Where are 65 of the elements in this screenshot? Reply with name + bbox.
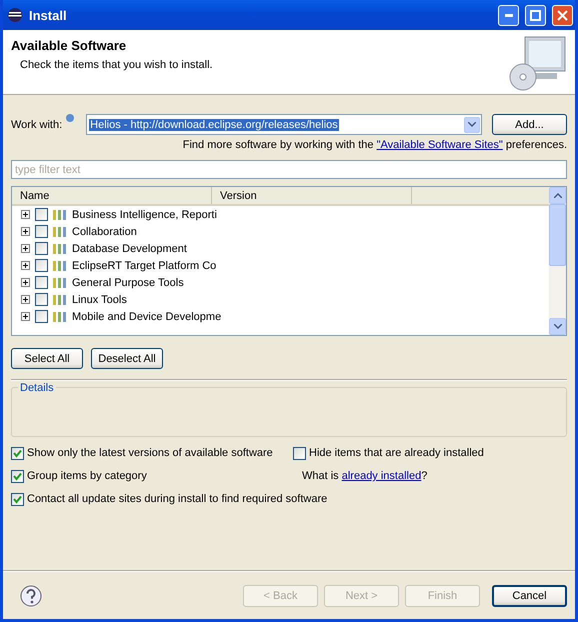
available-software-sites-link[interactable]: "Available Software Sites" [376, 139, 503, 151]
option-label: Hide items that are already installed [309, 447, 484, 459]
maximize-icon [530, 10, 541, 20]
checkbox[interactable] [35, 242, 48, 255]
column-header[interactable]: Version [212, 187, 412, 204]
work-with-label: Work with: [11, 118, 62, 130]
filter-field[interactable]: type filter text [11, 160, 567, 179]
checkbox[interactable] [35, 293, 48, 306]
scroll-down-icon [554, 324, 562, 329]
deselect-all-button[interactable]: Deselect All [91, 348, 163, 369]
checkbox[interactable] [11, 446, 24, 460]
already-installed-link[interactable]: already installed [342, 470, 422, 482]
category-icon [53, 210, 67, 220]
checkbox[interactable] [35, 310, 48, 323]
category-icon [53, 278, 67, 288]
expand-icon[interactable] [21, 312, 30, 321]
option-label: Show only the latest versions of available software [27, 447, 273, 459]
more-software-text: Find more software by working with the "Available Software Sites" preferences. [182, 139, 567, 151]
expand-icon[interactable] [21, 261, 30, 270]
checkbox[interactable] [11, 492, 24, 506]
work-with-combo[interactable]: Helios - http://download.eclipse.org/releases/helios [86, 114, 482, 135]
page-subtitle: Check the items that you wish to install. [20, 59, 213, 71]
option-label: Group items by category [27, 470, 147, 482]
expand-icon[interactable] [21, 210, 30, 219]
add-button[interactable]: Add... [492, 114, 567, 135]
category-name: Database Development [72, 242, 187, 254]
checkbox[interactable] [35, 276, 48, 289]
expand-icon[interactable] [21, 244, 30, 253]
expand-icon[interactable] [21, 227, 30, 236]
checkbox[interactable] [35, 259, 48, 272]
select-all-button[interactable]: Select All [11, 348, 83, 369]
page-title: Available Software [11, 38, 128, 53]
checkbox[interactable] [35, 208, 48, 221]
maximize-button[interactable] [525, 4, 546, 26]
category-icon [53, 260, 67, 270]
category-icon [53, 226, 67, 236]
checkbox[interactable] [293, 446, 306, 460]
checkbox[interactable] [11, 470, 24, 482]
category-icon [53, 294, 67, 304]
expand-icon[interactable] [21, 278, 30, 287]
category-name: Linux Tools [72, 294, 127, 306]
already-installed-text: What is already installed? [302, 470, 428, 482]
category-name: Business Intelligence, Reporti [72, 208, 217, 220]
minimize-icon [504, 14, 512, 16]
option-label: Contact all update sites during install to find required software [27, 493, 328, 505]
vertical-scrollbar[interactable] [549, 187, 566, 335]
category-icon [53, 244, 67, 254]
eclipse-logo-icon [7, 7, 23, 23]
help-icon[interactable] [20, 585, 42, 607]
window-title: Install [29, 8, 68, 22]
details-title: Details [18, 382, 56, 394]
info-icon [66, 114, 74, 122]
category-name: General Purpose Tools [72, 276, 184, 288]
column-header[interactable]: Name [12, 187, 212, 204]
wizard-button[interactable]: Cancel [492, 585, 567, 607]
category-icon [53, 312, 67, 322]
minimize-button[interactable] [498, 4, 519, 26]
scroll-up-icon [554, 193, 562, 198]
category-name: Collaboration [72, 226, 137, 238]
close-button[interactable] [552, 4, 573, 26]
expand-icon[interactable] [21, 295, 30, 304]
category-name: Mobile and Device Developme [72, 310, 222, 322]
category-name: EclipseRT Target Platform Co [72, 260, 216, 272]
checkbox[interactable] [35, 225, 48, 238]
close-icon [557, 10, 568, 20]
